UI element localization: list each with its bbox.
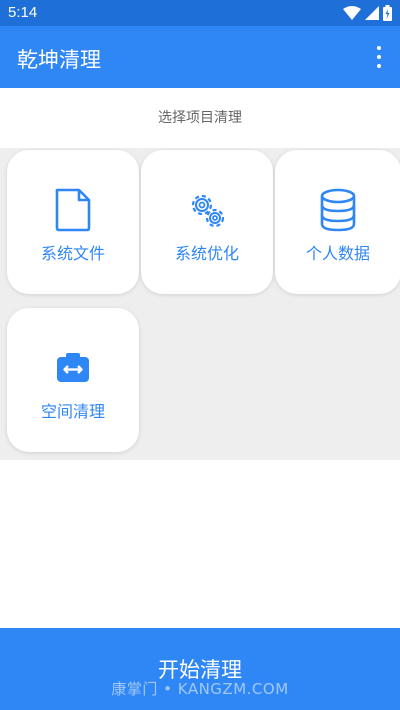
battery-icon <box>383 5 392 21</box>
card-label: 系统优化 <box>174 244 239 263</box>
card-personal-data[interactable]: 个人数据 <box>275 150 400 294</box>
dot-icon <box>377 64 381 68</box>
status-icons <box>343 5 392 21</box>
signal-icon <box>365 6 379 20</box>
gear-icon <box>191 194 225 228</box>
card-system-optimize[interactable]: 系统优化 <box>141 150 273 294</box>
storage-icon <box>57 353 89 382</box>
card-label: 系统文件 <box>40 244 105 263</box>
dot-icon <box>377 46 381 50</box>
status-bar: 5:14 <box>0 0 400 26</box>
wifi-icon <box>343 6 361 20</box>
subtitle: 选择项目清理 <box>158 110 242 126</box>
card-system-files[interactable]: 系统文件 <box>7 150 139 294</box>
app-title: 乾坤清理 <box>17 48 101 72</box>
card-space-clean[interactable]: 空间清理 <box>7 308 139 452</box>
subtitle-row: 选择项目清理 <box>0 88 400 148</box>
dot-icon <box>377 55 381 59</box>
start-clean-button[interactable]: 开始清理 康掌门 • KANGZM.COM <box>0 628 400 710</box>
content-area: 选择项目清理 系统文件 系统优化 个人数据 空间清理 <box>0 88 400 460</box>
watermark: 康掌门 • KANGZM.COM <box>111 680 289 698</box>
status-time: 5:14 <box>8 4 38 21</box>
card-label: 空间清理 <box>40 402 105 421</box>
card-label: 个人数据 <box>305 244 370 263</box>
more-options-icon[interactable] <box>372 46 386 68</box>
file-icon <box>55 188 91 232</box>
app-bar: 乾坤清理 <box>0 26 400 88</box>
database-icon <box>320 188 356 232</box>
